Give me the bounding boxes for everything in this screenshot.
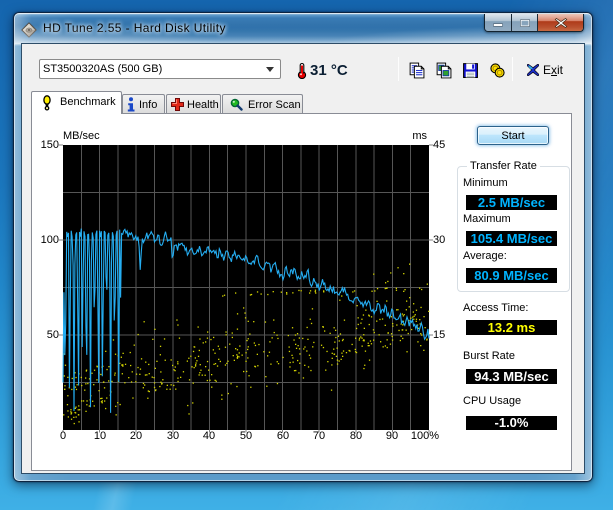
svg-text:50: 50 bbox=[240, 430, 252, 442]
svg-text:50: 50 bbox=[47, 329, 59, 341]
svg-text:15: 15 bbox=[433, 329, 445, 341]
svg-text:30: 30 bbox=[167, 430, 179, 442]
svg-text:70: 70 bbox=[313, 430, 325, 442]
svg-text:45: 45 bbox=[433, 139, 445, 151]
svg-text:30: 30 bbox=[433, 234, 445, 246]
svg-text:40: 40 bbox=[203, 430, 215, 442]
svg-text:60: 60 bbox=[277, 430, 289, 442]
svg-text:90: 90 bbox=[386, 430, 398, 442]
svg-text:0: 0 bbox=[60, 430, 66, 442]
svg-text:100%: 100% bbox=[411, 430, 439, 442]
svg-text:10: 10 bbox=[94, 430, 106, 442]
svg-text:20: 20 bbox=[130, 430, 142, 442]
svg-text:80: 80 bbox=[350, 430, 362, 442]
svg-text:MB/sec: MB/sec bbox=[63, 130, 100, 142]
svg-text:100: 100 bbox=[41, 234, 59, 246]
svg-text:ms: ms bbox=[412, 130, 427, 142]
svg-text:150: 150 bbox=[41, 139, 59, 151]
